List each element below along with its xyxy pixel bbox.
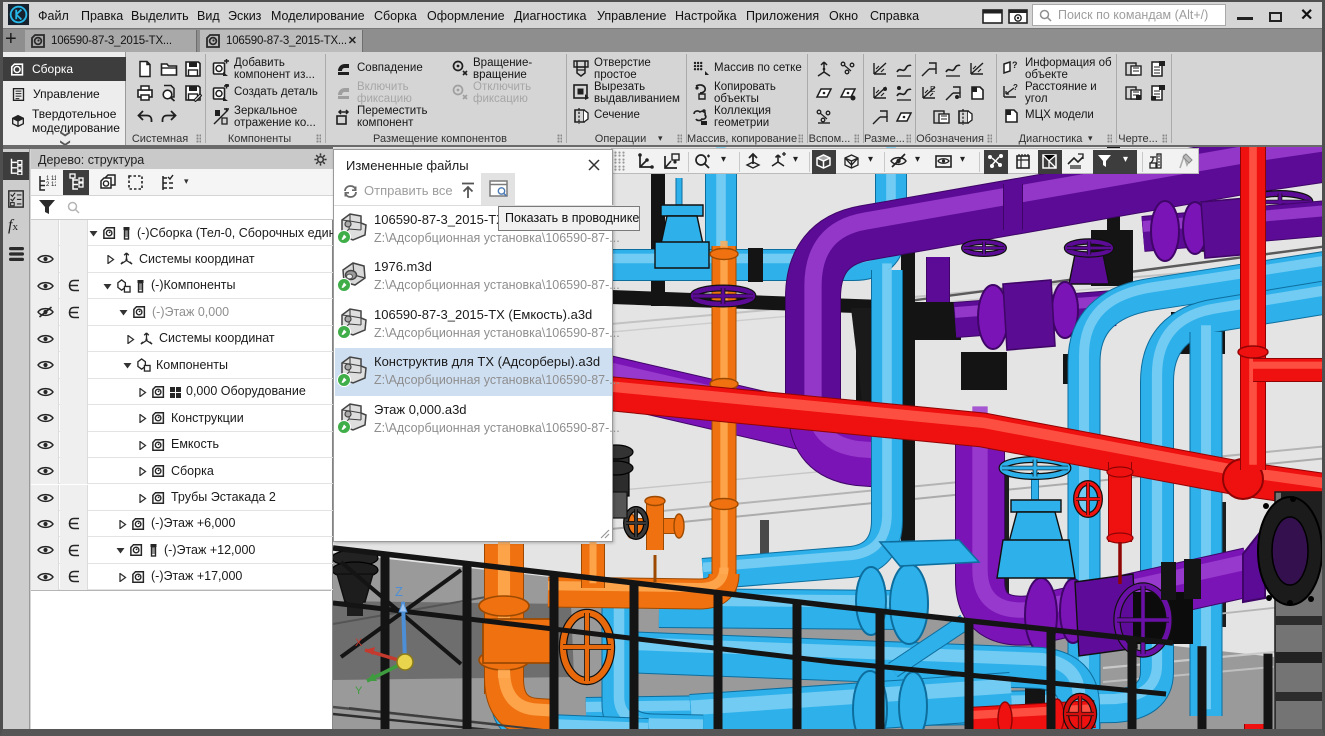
svg-text:2 12: 2 12: [46, 182, 56, 188]
svg-text:?: ?: [1012, 60, 1018, 70]
svg-text:Y: Y: [355, 685, 363, 697]
svg-text:?: ?: [1013, 83, 1018, 92]
svg-text:X: X: [355, 637, 363, 649]
svg-text:Z: Z: [395, 584, 403, 599]
svg-text:E: E: [930, 85, 935, 94]
